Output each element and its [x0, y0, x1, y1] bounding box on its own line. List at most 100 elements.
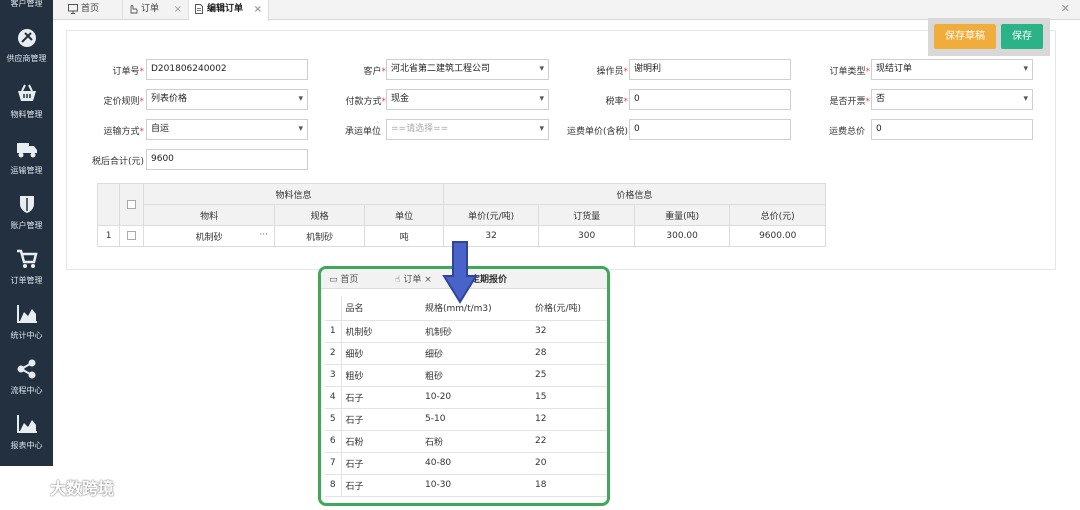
tab-label: 首页: [81, 4, 100, 14]
watermark-text: 大数跨境: [50, 479, 115, 498]
freight-unit-label: 运费单价(含税): [566, 127, 628, 137]
tab-home[interactable]: 首页: [63, 0, 123, 20]
report-chart-icon: [17, 415, 37, 433]
total-cell: 9600.00: [729, 225, 826, 247]
table-row: 7 石子 40-80 20: [325, 452, 607, 475]
invoice-label: 是否开票*: [829, 97, 870, 107]
row-checkbox[interactable]: [127, 231, 137, 240]
sidebar-item-label: 订单管理: [10, 276, 43, 285]
watermark-logo-icon: [9, 477, 33, 493]
close-icon[interactable]: ×: [254, 0, 262, 19]
table-row: 3 粗砂 粗砂 25: [325, 364, 607, 387]
material-cell[interactable]: 机制砂 ···: [143, 225, 275, 247]
sidebar-item-suppliers[interactable]: 供应商管理: [0, 22, 53, 77]
sidebar-item-label: 统计中心: [10, 331, 43, 340]
pricing-rule-select[interactable]: 列表价格: [146, 89, 308, 110]
pricing-rule-label: 定价规则*: [103, 97, 144, 107]
overlay-tab-home: ▭ 首页: [329, 275, 359, 285]
overlay-tab-orders: ☝ 订单 ×: [395, 275, 432, 285]
sidebar-item-transport[interactable]: 运输管理: [0, 134, 53, 189]
tab-orders[interactable]: 订单 ×: [123, 0, 189, 20]
sidebar-item-label: 账户管理: [10, 221, 43, 230]
price-group-header: 价格信息: [442, 183, 827, 205]
table-row: 4 石子 10-20 15: [325, 386, 607, 409]
order-type-label: 订单类型*: [829, 67, 870, 77]
share-icon: [17, 359, 36, 379]
carrier-label: 承运单位: [344, 127, 381, 137]
table-row: 2 细砂 细砂 28: [325, 342, 607, 365]
sidebar-item-label: 供应商管理: [6, 54, 47, 63]
table-row: 6 石粉 石粉 22: [325, 430, 607, 453]
window-close-icon[interactable]: ✕: [1061, 2, 1070, 15]
save-button[interactable]: 保存: [1001, 24, 1043, 49]
freight-total-field[interactable]: 0: [871, 119, 1033, 140]
column-header: 总价(元): [729, 204, 826, 226]
operator-label: 操作员*: [596, 67, 628, 77]
monitor-icon: [68, 4, 78, 14]
hand-icon: [130, 5, 138, 14]
price-list-table: 品名 规格(mm/t/m3) 价格(元/吨) 1 机制砂 机制砂 32 2 细砂 细砂 28…: [325, 296, 607, 497]
sidebar-item-reports[interactable]: 报表中心: [0, 409, 53, 464]
transport-label: 运输方式*: [103, 127, 144, 137]
freight-unit-field[interactable]: 0: [629, 119, 791, 140]
customer-label: 客户*: [363, 67, 386, 77]
weight-cell: 300.00: [633, 225, 731, 247]
tax-rate-label: 税率*: [605, 97, 628, 107]
table-header-row: 物料信息 价格信息: [96, 183, 827, 226]
sidebar-item-accounts[interactable]: 账户管理: [0, 189, 53, 244]
column-header: 价格(元/吨): [531, 296, 607, 321]
sidebar: 客户管理 供应商管理 物料管理 运输管理 账户管理 订单管理 统计中心 流程中心…: [0, 0, 53, 466]
tab-label: 订单: [141, 4, 160, 14]
order-no-label: 订单号*: [112, 67, 144, 77]
close-icon[interactable]: ×: [174, 0, 182, 19]
supplier-icon: [18, 29, 36, 47]
invoice-select[interactable]: 否: [871, 89, 1033, 110]
transport-select[interactable]: 自运: [146, 119, 308, 140]
tab-bar: 首页 订单 × 编辑订单 × ✕: [53, 0, 1080, 21]
material-group-header: 物料信息: [143, 183, 444, 205]
more-icon[interactable]: ···: [259, 230, 268, 240]
action-toolbar: 保存草稿 保存: [928, 18, 1050, 56]
sidebar-item-workflow[interactable]: 流程中心: [0, 354, 53, 409]
truck-icon: [17, 143, 37, 158]
row-index: 1: [96, 225, 121, 247]
column-header: 重量(吨): [633, 204, 731, 226]
column-header: 单价(元/吨): [442, 204, 540, 226]
sidebar-item-label: 流程中心: [10, 386, 43, 395]
sidebar-item-label: 客户管理: [10, 0, 43, 8]
payment-select[interactable]: 现金: [386, 89, 549, 110]
order-type-select[interactable]: 现结订单: [871, 59, 1033, 80]
customer-select[interactable]: 河北省第二建筑工程公司: [386, 59, 549, 80]
select-all-cell: [119, 183, 145, 226]
order-no-field[interactable]: D201806240002: [146, 59, 308, 80]
order-lines-table: 物料信息 价格信息 物料 规格 单位 单价(元/吨) 订货量 重量(吨) 总价(…: [96, 183, 827, 247]
shield-icon: [20, 196, 34, 213]
cart-icon: [17, 249, 38, 268]
freight-total-label: 运费总价: [828, 127, 865, 137]
select-all-checkbox[interactable]: [127, 199, 137, 209]
down-arrow-icon: [442, 241, 478, 304]
sidebar-item-label: 物料管理: [10, 110, 43, 119]
tab-edit-order[interactable]: 编辑订单 ×: [189, 0, 269, 21]
total-after-tax-field[interactable]: 9600: [146, 149, 308, 170]
column-header: 规格: [273, 204, 366, 226]
unit-cell: 吨: [364, 225, 444, 247]
basket-icon: [18, 84, 36, 101]
column-header: 订货量: [538, 204, 635, 226]
operator-field[interactable]: 谢明利: [629, 59, 791, 80]
save-draft-button[interactable]: 保存草稿: [934, 24, 996, 49]
tax-rate-field[interactable]: 0: [629, 89, 791, 110]
quantity-cell[interactable]: 300: [538, 225, 635, 247]
column-header: 物料: [143, 204, 275, 226]
payment-label: 付款方式*: [345, 97, 386, 107]
row-select-cell: [119, 225, 145, 247]
sidebar-item-label: 报表中心: [10, 441, 43, 450]
sidebar-item-label: 运输管理: [10, 166, 43, 175]
carrier-select[interactable]: ==请选择==: [386, 119, 549, 140]
spec-cell: 机制砂: [273, 225, 366, 247]
sidebar-item-orders[interactable]: 订单管理: [0, 244, 53, 299]
row-index-header: [96, 183, 121, 226]
sidebar-item-statistics[interactable]: 统计中心: [0, 299, 53, 354]
sidebar-item-materials[interactable]: 物料管理: [0, 78, 53, 133]
document-icon: [195, 4, 203, 14]
